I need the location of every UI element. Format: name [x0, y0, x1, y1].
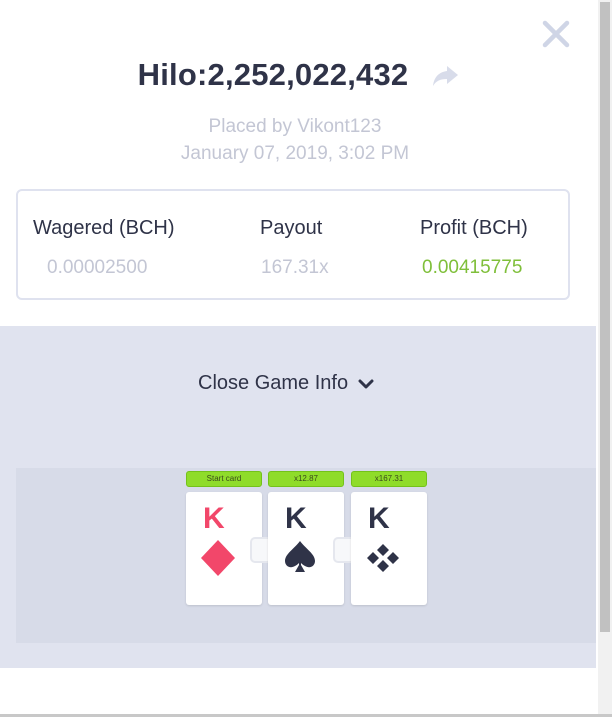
card-rank: K	[368, 502, 390, 535]
chevron-down-icon	[358, 379, 374, 388]
bet-title: Hilo:2,252,022,432	[137, 57, 409, 92]
diamond-icon	[201, 540, 235, 576]
close-icon	[542, 20, 570, 48]
stat-value: 167.31x	[261, 257, 329, 278]
card-badge: x167.31	[351, 471, 427, 487]
spade-icon	[285, 541, 315, 572]
club-icon	[367, 544, 399, 572]
stat-label: Wagered (BCH)	[33, 217, 175, 239]
scrollbar-thumb[interactable]	[600, 2, 610, 632]
stat-label: Payout	[260, 217, 323, 239]
card-badge: x12.87	[268, 471, 344, 487]
stat-value: 0.00415775	[422, 257, 523, 278]
stat-label: Profit (BCH)	[420, 217, 528, 239]
placed-by: Placed by Vikont123	[208, 116, 382, 137]
close-button[interactable]	[541, 19, 571, 49]
card-rank: K	[285, 502, 307, 535]
share-icon	[433, 66, 459, 86]
toggle-label: Close Game Info	[198, 372, 349, 394]
close-game-info-button[interactable]: Close Game Info	[198, 372, 374, 395]
card-rank: K	[203, 502, 225, 535]
card-badge: Start card	[186, 471, 262, 487]
bet-header: Hilo:2,252,022,432	[0, 52, 598, 98]
bet-stats: Wagered (BCH) 0.00002500 Payout 167.31x …	[16, 189, 570, 300]
share-button[interactable]	[430, 60, 460, 90]
playing-card: K	[351, 492, 427, 605]
bet-date: January 07, 2019, 3:02 PM	[180, 143, 410, 164]
stat-value: 0.00002500	[47, 257, 148, 278]
